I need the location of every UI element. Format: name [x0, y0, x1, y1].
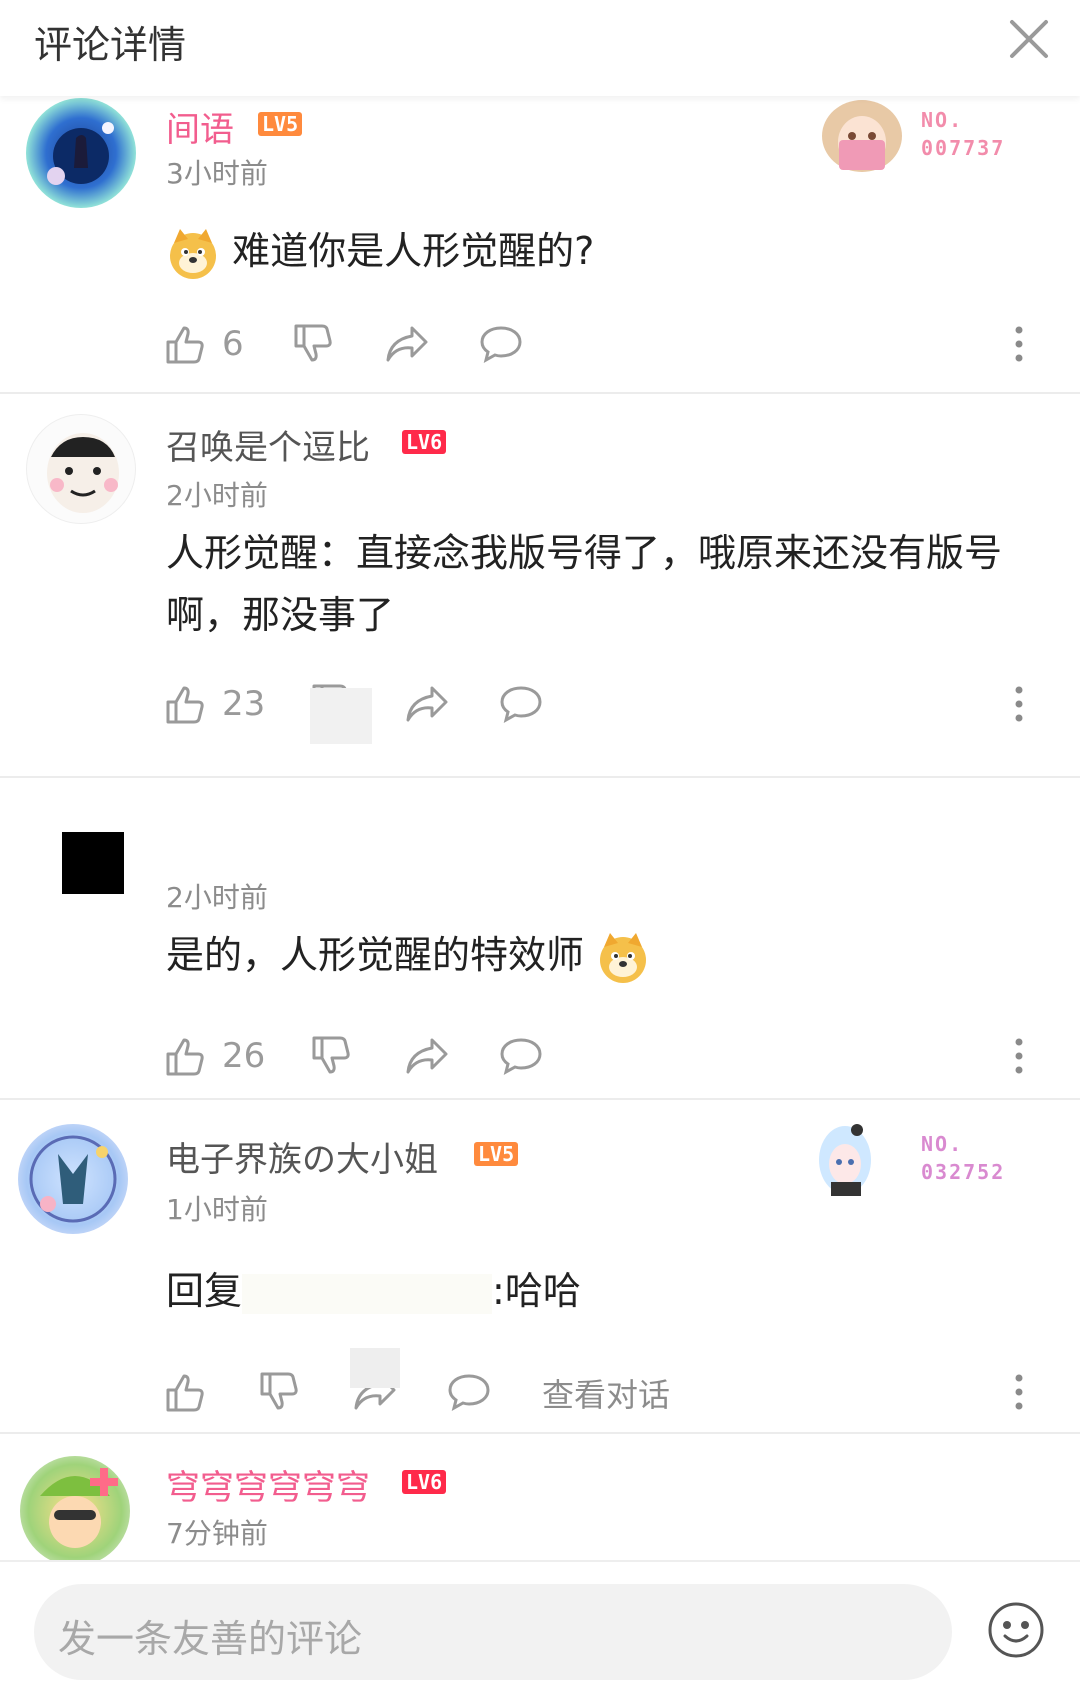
comment-actions: 6 [0, 316, 1080, 372]
comment-input[interactable]: 发一条友善的评论 [34, 1584, 952, 1680]
page-title: 评论详情 [34, 23, 187, 67]
timestamp: 2小时前 [166, 881, 268, 914]
like-button[interactable] [164, 1364, 208, 1420]
dislike-button[interactable] [258, 1364, 302, 1420]
reply-button[interactable] [478, 316, 524, 372]
doge-emoji-icon [596, 931, 650, 985]
timestamp: 2小时前 [166, 479, 268, 512]
fan-badge-image [815, 1120, 910, 1200]
timestamp: 3小时前 [166, 157, 268, 190]
fan-badge[interactable]: NO. 007737 [815, 96, 1015, 176]
like-button[interactable]: 26 [164, 1028, 265, 1084]
avatar[interactable] [18, 1124, 128, 1234]
share-icon [406, 1038, 448, 1074]
dislike-button[interactable] [310, 1028, 354, 1084]
comment-item: 穹穹穹穹穹穹 LV6 7分钟前 [0, 1434, 1080, 1560]
redacted-avatar[interactable] [62, 832, 124, 894]
comment-bubble-icon [480, 326, 522, 363]
thumbs-down-icon [312, 1036, 350, 1074]
share-button[interactable] [404, 1028, 450, 1084]
redaction-overlay [350, 1348, 400, 1388]
thumbs-down-icon [260, 1372, 298, 1410]
thumbs-up-icon [166, 326, 204, 364]
fan-badge-number: NO. 007737 [921, 108, 1006, 160]
comment-text[interactable]: 回复 :哈哈 [166, 1260, 1056, 1322]
like-button[interactable]: 6 [164, 316, 244, 372]
fan-badge-image [815, 96, 910, 176]
more-menu-icon[interactable] [1004, 1368, 1034, 1418]
level-badge: LV5 [474, 1142, 519, 1166]
username[interactable]: 召唤是个逗比 [166, 420, 370, 469]
view-dialog-link[interactable]: 查看对话 [542, 1370, 670, 1416]
comment-item: 电子界族の大小姐 LV5 NO. 032752 1小时前 回复 :哈哈 查看对话 [0, 1100, 1080, 1430]
username[interactable]: 电子界族の大小姐 [166, 1132, 438, 1181]
comment-text-content: 难道你是人形觉醒的? [232, 229, 595, 273]
reply-button[interactable] [446, 1364, 492, 1420]
header-bar: 评论详情 [0, 0, 1080, 96]
comment-actions: 26 [0, 1028, 1080, 1084]
reply-prefix: 回复 [166, 1269, 243, 1313]
more-menu-icon[interactable] [1004, 320, 1034, 370]
comment-text[interactable]: 是的，人形觉醒的特效师 [166, 924, 1056, 986]
emoji-picker-icon[interactable] [986, 1600, 1046, 1660]
like-count: 23 [222, 684, 266, 724]
comment-text[interactable]: 人形觉醒：直接念我版号得了，哦原来还没有版号啊，那没事了 [166, 522, 1056, 646]
username[interactable]: 间语 [166, 102, 234, 151]
share-button[interactable] [404, 676, 450, 732]
avatar[interactable] [26, 414, 136, 524]
more-menu-icon[interactable] [1004, 680, 1034, 730]
comment-actions: 23 [0, 676, 1080, 744]
avatar[interactable] [20, 1456, 130, 1560]
like-count: 6 [222, 324, 244, 364]
thumbs-up-icon [166, 1374, 204, 1412]
comment-input-bar: 发一条友善的评论 [0, 1560, 1080, 1699]
comment-item: 召唤是个逗比 LV6 2小时前 人形觉醒：直接念我版号得了，哦原来还没有版号啊，… [0, 394, 1080, 778]
comment-bubble-icon [448, 1374, 490, 1411]
share-icon [406, 686, 448, 722]
more-menu-icon[interactable] [1004, 1032, 1034, 1082]
redaction-overlay [310, 688, 372, 744]
dislike-button[interactable] [292, 316, 336, 372]
reply-button[interactable] [498, 676, 544, 732]
thumbs-down-icon [294, 324, 332, 362]
avatar[interactable] [26, 98, 136, 208]
level-badge: LV5 [258, 112, 303, 136]
fan-badge-number: NO. 032752 [921, 1132, 1006, 1184]
reply-button[interactable] [498, 1028, 544, 1084]
comment-text-content: :哈哈 [492, 1269, 581, 1313]
share-icon [386, 326, 428, 362]
level-badge: LV6 [402, 1470, 447, 1494]
like-button[interactable]: 23 [164, 676, 265, 732]
comment-text-content: 是的，人形觉醒的特效师 [166, 933, 585, 977]
doge-emoji-icon [166, 227, 220, 281]
fan-badge[interactable]: NO. 032752 [815, 1120, 1015, 1200]
timestamp: 7分钟前 [166, 1517, 268, 1550]
share-button[interactable] [384, 316, 430, 372]
comment-bubble-icon [500, 686, 542, 723]
comment-actions: 查看对话 [0, 1348, 1080, 1420]
comment-bubble-icon [500, 1038, 542, 1075]
thumbs-up-icon [166, 1038, 204, 1076]
comment-input-placeholder: 发一条友善的评论 [58, 1617, 363, 1661]
username[interactable]: 穹穹穹穹穹穹 [166, 1460, 370, 1509]
timestamp: 1小时前 [166, 1193, 268, 1226]
level-badge: LV6 [402, 430, 447, 454]
like-count: 26 [222, 1036, 266, 1076]
comment-list[interactable]: 间语 LV5 NO. 007737 3小时前 难道你是人形觉醒的? 6 召唤是个… [0, 96, 1080, 1560]
thumbs-up-icon [166, 686, 204, 724]
comment-text[interactable]: 难道你是人形觉醒的? [166, 220, 1056, 282]
close-icon[interactable] [1004, 14, 1054, 64]
redacted-mention[interactable] [242, 1273, 493, 1314]
